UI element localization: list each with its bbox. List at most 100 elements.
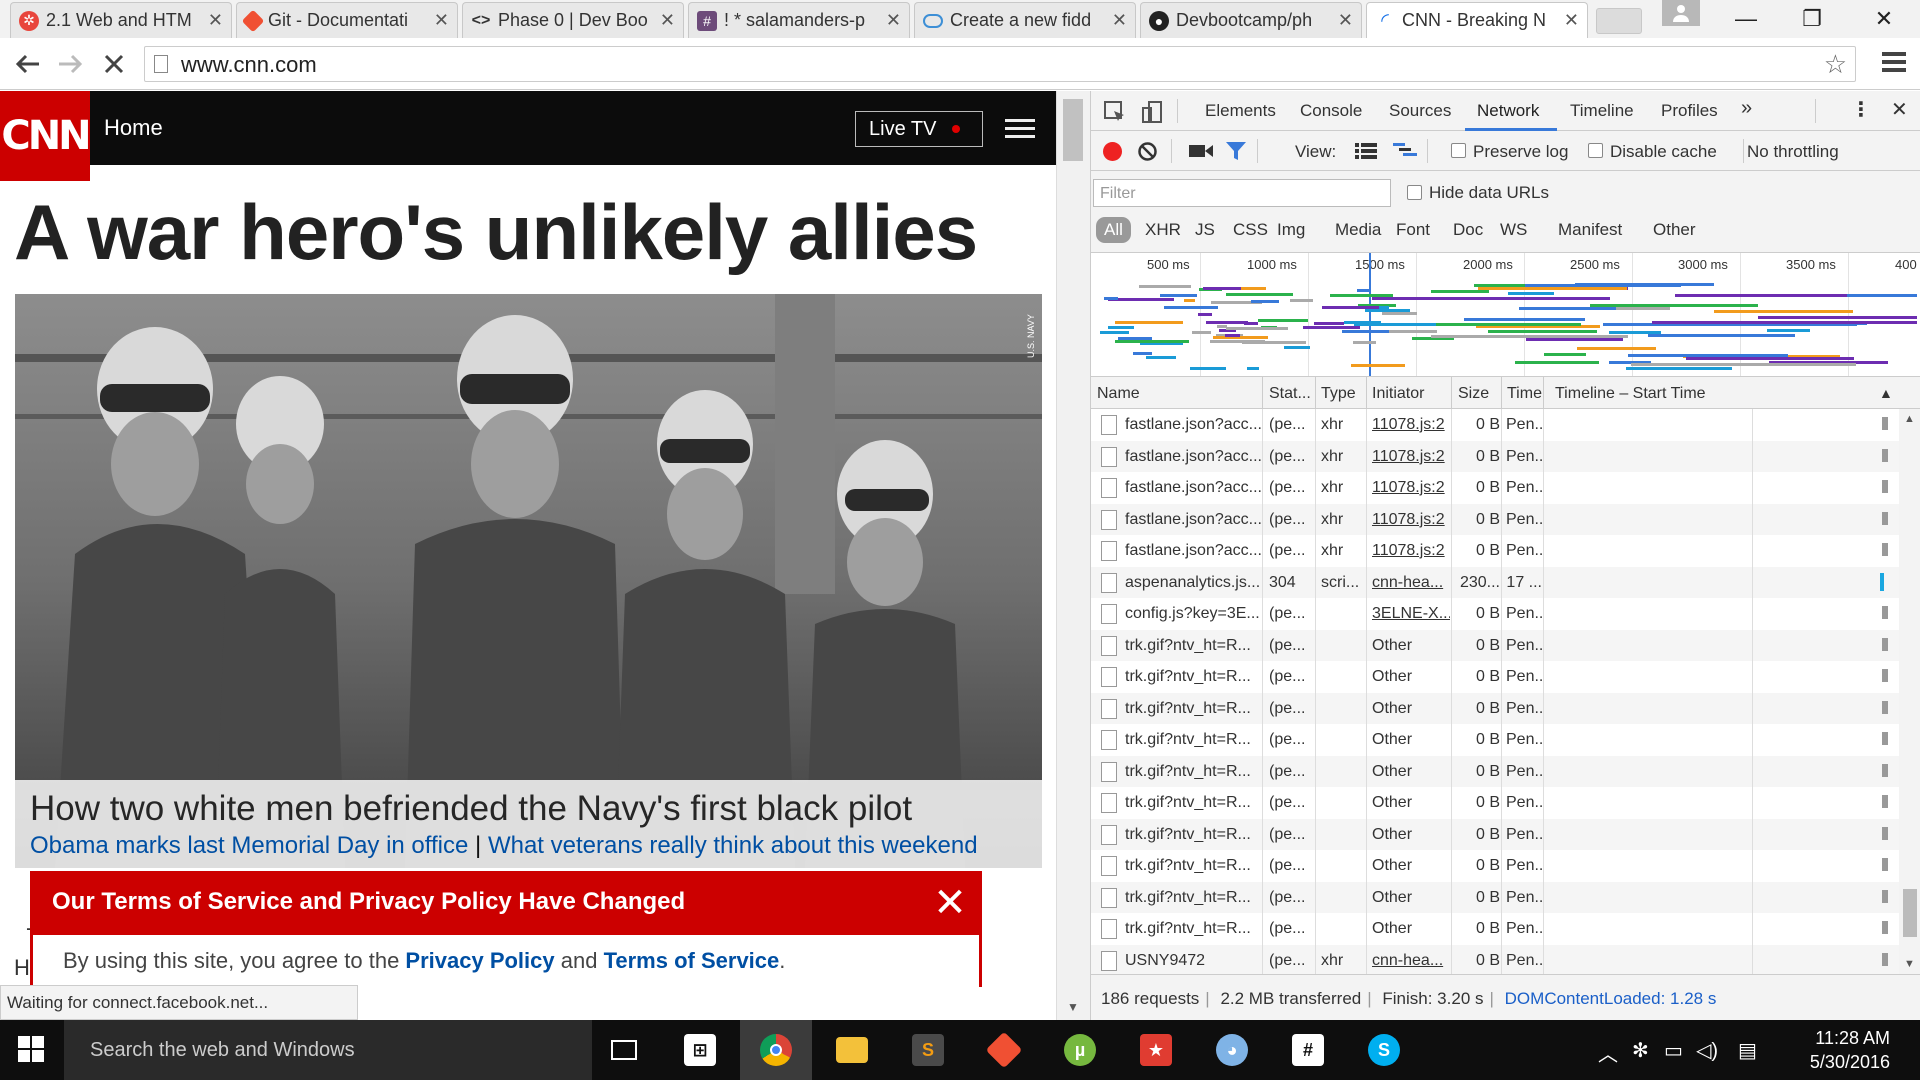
browser-tab[interactable]: Create a new fidd ✕ [914,2,1136,38]
close-devtools-icon[interactable]: ✕ [1891,97,1908,122]
table-row[interactable]: trk.gif?ntv_ht=R... (pe... Other 0 B Pen... [1091,661,1899,693]
tab-timeline[interactable]: Timeline [1570,101,1634,121]
table-row[interactable]: config.js?key=3E... (pe... 3ELNE-X... 0 B Pe… [1091,598,1899,630]
related-link-memorial-day[interactable]: Obama marks last Memorial Day in office [30,832,468,859]
filter-icon[interactable] [1225,141,1247,161]
request-initiator[interactable]: 3ELNE-X... [1372,605,1450,623]
taskbar-utorrent[interactable]: µ [1044,1020,1116,1080]
record-icon[interactable] [1103,142,1122,161]
table-row[interactable]: trk.gif?ntv_ht=R... (pe... Other 0 B Pen... [1091,787,1899,819]
browser-tab[interactable]: <> Phase 0 | Dev Boo ✕ [462,2,684,38]
start-button[interactable] [18,1036,46,1064]
settings-gear-icon[interactable]: ✻ [1632,1038,1649,1063]
device-mode-icon[interactable] [1141,100,1165,124]
column-header-name[interactable]: Name [1097,385,1140,403]
screenshot-capture-icon[interactable] [1189,143,1213,159]
request-initiator[interactable]: cnn-hea... [1372,574,1450,592]
type-filter-js[interactable]: JS [1187,217,1223,243]
column-header-initiator[interactable]: Initiator [1372,385,1424,403]
waterfall-overview-icon[interactable] [1393,143,1417,159]
type-filter-ws[interactable]: WS [1492,217,1535,243]
tab-elements[interactable]: Elements [1205,101,1276,121]
scroll-down-arrow-icon[interactable]: ▼ [1067,1000,1079,1014]
type-filter-doc[interactable]: Doc [1445,217,1491,243]
taskbar-chrome[interactable] [740,1020,812,1080]
throttling-select[interactable]: No throttling [1747,142,1839,162]
tab-profiles[interactable]: Profiles [1661,101,1718,121]
disable-cache-checkbox[interactable] [1588,143,1603,158]
live-tv-button[interactable]: Live TV [855,111,983,147]
type-filter-other[interactable]: Other [1645,217,1704,243]
taskbar-file-explorer[interactable] [816,1020,888,1080]
tab-sources[interactable]: Sources [1389,101,1451,121]
stop-loading-button[interactable] [98,48,130,80]
browser-tab-active[interactable]: ◜ CNN - Breaking N ✕ [1366,2,1588,38]
table-row[interactable]: fastlane.json?acc... (pe... xhr 11078.js:2 0… [1091,440,1899,472]
hero-caption-link[interactable]: How two white men befriended the Navy's … [30,789,912,829]
type-filter-all[interactable]: All [1096,217,1131,243]
restore-button[interactable]: ❐ [1784,0,1840,38]
tab-close-icon[interactable]: ✕ [1112,10,1127,31]
scroll-down-arrow-icon[interactable]: ▼ [1904,958,1915,970]
table-row[interactable]: trk.gif?ntv_ht=R... (pe... Other 0 B Pen... [1091,724,1899,756]
menu-hamburger-icon[interactable] [1005,119,1035,143]
table-row[interactable]: fastlane.json?acc... (pe... xhr 11078.js:2 0… [1091,535,1899,567]
taskbar-search-text[interactable]: Search the web and Windows [90,1039,355,1062]
table-row[interactable]: USNY9472 (pe... xhr cnn-hea... 0 B Pen... [1091,944,1899,974]
back-button[interactable] [12,48,44,80]
request-initiator[interactable]: cnn-hea... [1372,952,1450,970]
taskbar-store[interactable]: ⊞ [664,1020,736,1080]
terms-of-service-link[interactable]: Terms of Service [604,948,780,973]
tab-network[interactable]: Network [1477,101,1539,121]
nav-home-link[interactable]: Home [104,115,163,141]
tab-close-icon[interactable]: ✕ [1564,10,1579,31]
tab-close-icon[interactable]: ✕ [660,10,675,31]
taskbar-sublime-text[interactable]: S [892,1020,964,1080]
request-initiator[interactable]: 11078.js:2 [1372,416,1450,434]
table-row[interactable]: trk.gif?ntv_ht=R... (pe... Other 0 B Pen... [1091,755,1899,787]
scroll-up-arrow-icon[interactable]: ▲ [1904,413,1915,425]
minimize-button[interactable]: — [1718,0,1774,38]
forward-button[interactable] [54,48,86,80]
page-scrollbar[interactable]: ▼ [1056,91,1090,1020]
type-filter-media[interactable]: Media [1327,217,1389,243]
browser-tab[interactable]: ● Devbootcamp/ph ✕ [1140,2,1362,38]
large-rows-icon[interactable] [1355,143,1377,159]
table-row[interactable]: trk.gif?ntv_ht=R... (pe... Other 0 B Pen... [1091,913,1899,945]
preserve-log-checkbox[interactable] [1451,143,1466,158]
table-row[interactable]: fastlane.json?acc... (pe... xhr 11078.js:2 0… [1091,409,1899,441]
request-initiator[interactable]: 11078.js:2 [1372,511,1450,529]
type-filter-img[interactable]: Img [1269,217,1313,243]
new-tab-button[interactable] [1596,8,1642,34]
table-row[interactable]: trk.gif?ntv_ht=R... (pe... Other 0 B Pen... [1091,629,1899,661]
privacy-policy-link[interactable]: Privacy Policy [405,948,554,973]
table-row[interactable]: trk.gif?ntv_ht=R... (pe... Other 0 B Pen... [1091,850,1899,882]
tab-close-icon[interactable]: ✕ [208,10,223,31]
taskbar-app-red[interactable]: ★ [1120,1020,1192,1080]
sort-ascending-icon[interactable]: ▲ [1879,385,1893,401]
page-scrollbar-thumb[interactable] [1063,99,1083,161]
request-table-scrollbar[interactable]: ▲ ▼ [1899,409,1920,974]
column-header-type[interactable]: Type [1321,385,1356,403]
taskbar-clock[interactable]: 11:28 AM 5/30/2016 [1790,1026,1890,1074]
type-filter-font[interactable]: Font [1388,217,1438,243]
address-bar[interactable]: www.cnn.com ☆ [144,46,1856,82]
column-header-timeline[interactable]: Timeline – Start Time [1555,385,1706,403]
tab-close-icon[interactable]: ✕ [434,10,449,31]
taskbar-skype[interactable]: S [1348,1020,1420,1080]
browser-tab[interactable]: # ! * salamanders-p ✕ [688,2,910,38]
cnn-logo[interactable]: CNN [0,91,92,181]
column-header-size[interactable]: Size [1458,385,1489,403]
volume-icon[interactable]: ◁) [1696,1038,1718,1063]
filter-input[interactable]: Filter [1093,179,1391,207]
clear-icon[interactable] [1137,141,1158,162]
column-header-status[interactable]: Stat... [1269,385,1311,403]
hide-data-urls-checkbox[interactable] [1407,185,1422,200]
request-initiator[interactable]: 11078.js:2 [1372,542,1450,560]
browser-tab[interactable]: ✲ 2.1 Web and HTM ✕ [10,2,232,38]
type-filter-xhr[interactable]: XHR [1137,217,1189,243]
profile-avatar[interactable] [1662,0,1700,26]
request-initiator[interactable]: 11078.js:2 [1372,448,1450,466]
type-filter-manifest[interactable]: Manifest [1550,217,1630,243]
taskbar-search[interactable]: Search the web and Windows [64,1020,592,1080]
